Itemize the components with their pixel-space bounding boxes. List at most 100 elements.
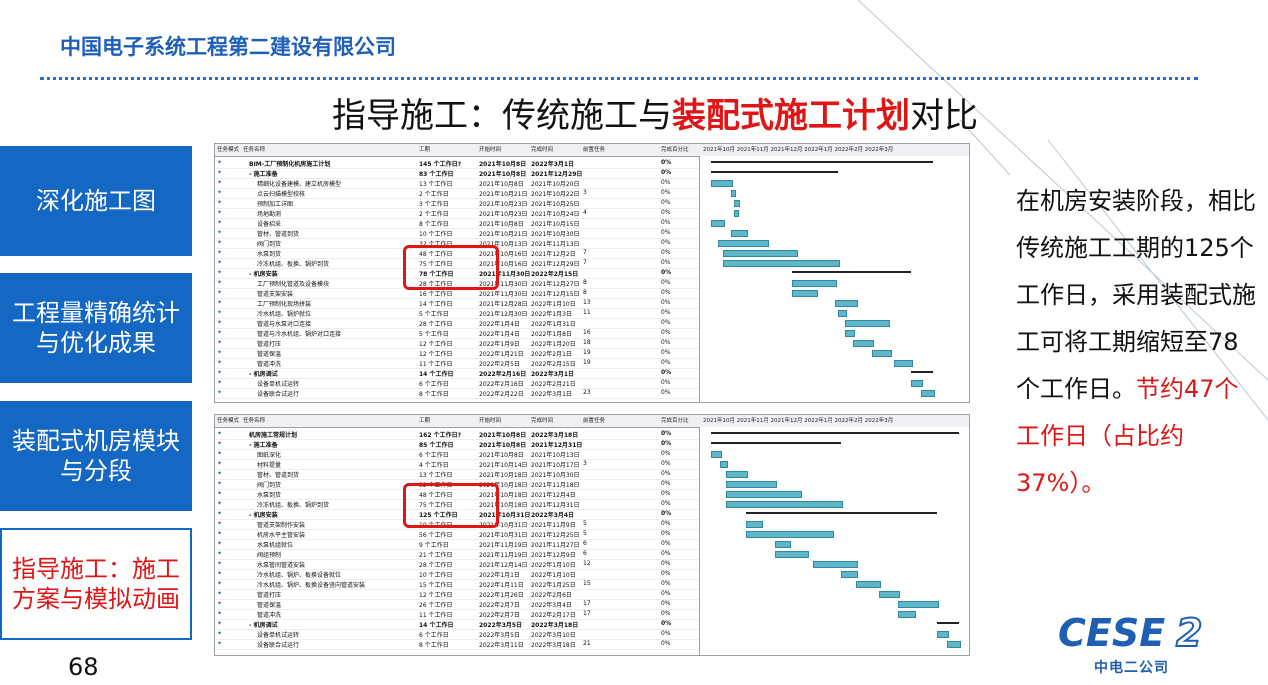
task-name: - 机房安装 <box>249 512 278 519</box>
gantt-summary-bar[interactable] <box>710 161 933 163</box>
sidebar-item-prefab-module[interactable]: 装配式机房模块与分段 <box>0 401 192 511</box>
gantt-task-bar[interactable] <box>879 591 900 598</box>
gantt-task-bar[interactable] <box>719 461 729 468</box>
gantt-task-bar[interactable] <box>946 641 961 648</box>
task-mode-icon: ✦ <box>217 159 223 166</box>
table-row[interactable]: ✦ 设备联合试运行 8 个工作日 2022年3月11日 2022年3月18日 21 0% <box>215 639 699 650</box>
gantt-task-bar[interactable] <box>845 320 891 327</box>
task-mode-icon: ✦ <box>217 189 223 196</box>
gantt-task-bar[interactable] <box>920 390 935 397</box>
timeline-header: 2021年10月 2021年11月 2021年12月 2022年1月 2022年… <box>703 418 894 424</box>
gantt-task-bar[interactable] <box>897 611 917 618</box>
gantt-task-bar[interactable] <box>733 210 739 217</box>
task-end: 2022年2月15日 <box>531 271 579 278</box>
task-mode-icon: ✦ <box>217 339 223 346</box>
gantt-task-bar[interactable] <box>840 571 859 578</box>
task-name: 管道保温 <box>257 602 282 609</box>
task-percent: 0% <box>661 520 671 527</box>
task-end: 2021年12月27日 <box>531 281 580 288</box>
gantt-task-bar[interactable] <box>710 220 725 227</box>
col-start: 开始时间 <box>479 147 502 153</box>
task-duration: 6 个工作日 <box>419 632 449 639</box>
task-duration: 5 个工作日 <box>419 311 449 318</box>
task-start: 2022年3月5日 <box>479 632 520 639</box>
gantt-task-bar[interactable] <box>937 631 949 638</box>
task-name: 冷水机组、锅炉、板换设备就位 <box>257 572 342 579</box>
task-percent: 0% <box>661 319 671 326</box>
task-duration: 83 个工作日 <box>419 171 454 178</box>
gantt-summary-bar[interactable] <box>710 171 838 173</box>
task-end: 2022年3月18日 <box>531 432 579 439</box>
task-duration: 12 个工作日 <box>419 341 453 348</box>
sidebar-item-detailed-drawings[interactable]: 深化施工图 <box>0 146 192 256</box>
gantt-task-bar[interactable] <box>853 340 874 347</box>
task-start: 2022年1月21日 <box>479 351 524 358</box>
task-mode-icon: ✦ <box>217 570 223 577</box>
gantt-task-bar[interactable] <box>726 491 802 498</box>
sidebar-item-quantity-statistics[interactable]: 工程量精确统计与优化成果 <box>0 273 192 383</box>
gantt-task-bar[interactable] <box>722 260 840 267</box>
task-start: 2021年11月19日 <box>479 542 528 549</box>
task-predecessor: 18 <box>583 339 591 346</box>
gantt-task-bar[interactable] <box>791 290 819 297</box>
timeline-header: 2021年10月 2021年11月 2021年12月 2022年1月 2022年… <box>703 147 894 153</box>
gantt-task-bar[interactable] <box>813 561 859 568</box>
gantt-task-bar[interactable] <box>710 180 733 187</box>
task-mode-icon: ✦ <box>217 229 223 236</box>
task-start: 2022年2月16日 <box>479 381 524 388</box>
task-percent: 0% <box>661 309 671 316</box>
gantt-summary-bar[interactable] <box>791 271 912 273</box>
page-number: 68 <box>68 653 99 681</box>
task-end: 2021年10月13日 <box>531 452 580 459</box>
gantt-task-bar[interactable] <box>897 601 940 608</box>
task-percent: 0% <box>661 470 671 477</box>
task-duration: 15 个工作日 <box>419 582 453 589</box>
sidebar-item-label: 深化施工图 <box>36 187 156 215</box>
task-start: 2021年10月23日 <box>479 211 528 218</box>
task-mode-icon: ✦ <box>217 630 223 637</box>
task-end: 2021年12月29日 <box>531 171 583 178</box>
task-predecessor: 16 <box>583 329 591 336</box>
gantt-task-bar[interactable] <box>791 280 837 287</box>
gantt-task-bar[interactable] <box>745 521 764 528</box>
gantt-task-bar[interactable] <box>730 190 736 197</box>
gantt-summary-bar[interactable] <box>911 371 933 373</box>
task-percent: 0% <box>661 159 672 166</box>
gantt-task-bar[interactable] <box>722 250 799 257</box>
task-duration: 4 个工作日 <box>419 462 449 469</box>
sidebar-item-label: 指导施工：施工方案与模拟动画 <box>12 555 180 613</box>
gantt-task-bar[interactable] <box>710 451 722 458</box>
gantt-task-bar[interactable] <box>845 330 856 337</box>
gantt-task-bar[interactable] <box>726 501 843 508</box>
gantt-task-bar[interactable] <box>837 310 848 317</box>
gantt-task-bar[interactable] <box>911 380 923 387</box>
gantt-task-bar[interactable] <box>726 471 748 478</box>
sidebar-item-construction-guide[interactable]: 指导施工：施工方案与模拟动画 <box>0 528 192 640</box>
task-mode-icon: ✦ <box>217 460 223 467</box>
task-duration: 5 个工作日 <box>419 331 449 338</box>
task-end: 2021年10月30日 <box>531 472 580 479</box>
gantt-summary-bar[interactable] <box>745 512 938 514</box>
page-title: 指导施工：传统施工与装配式施工计划对比 <box>332 88 978 137</box>
table-row[interactable]: ✦ 设备联合试运行 8 个工作日 2022年2月22日 2022年3月1日 23 0% <box>215 388 699 399</box>
gantt-summary-bar[interactable] <box>710 432 959 434</box>
gantt-summary-bar[interactable] <box>710 442 841 444</box>
gantt-task-bar[interactable] <box>834 300 859 307</box>
task-percent: 0% <box>661 540 671 547</box>
gantt-task-bar[interactable] <box>856 581 882 588</box>
task-name: BIM-工厂预制化机房施工计划 <box>249 161 331 168</box>
gantt-task-bar[interactable] <box>718 240 770 247</box>
task-end: 2022年2月21日 <box>531 381 576 388</box>
gantt-summary-bar[interactable] <box>937 622 959 624</box>
gantt-task-bar[interactable] <box>726 481 778 488</box>
gantt-task-bar[interactable] <box>775 541 791 548</box>
gantt-task-bar[interactable] <box>745 531 834 538</box>
gantt-task-bar[interactable] <box>775 551 810 558</box>
task-end: 2021年10月22日 <box>531 191 580 198</box>
gantt-task-bar[interactable] <box>871 350 892 357</box>
gantt-task-bar[interactable] <box>733 200 741 207</box>
highlight-box-traditional <box>403 483 499 528</box>
gantt-task-bar[interactable] <box>730 230 748 237</box>
gantt-task-bar[interactable] <box>894 360 914 367</box>
task-end: 2022年2月1日 <box>531 351 572 358</box>
